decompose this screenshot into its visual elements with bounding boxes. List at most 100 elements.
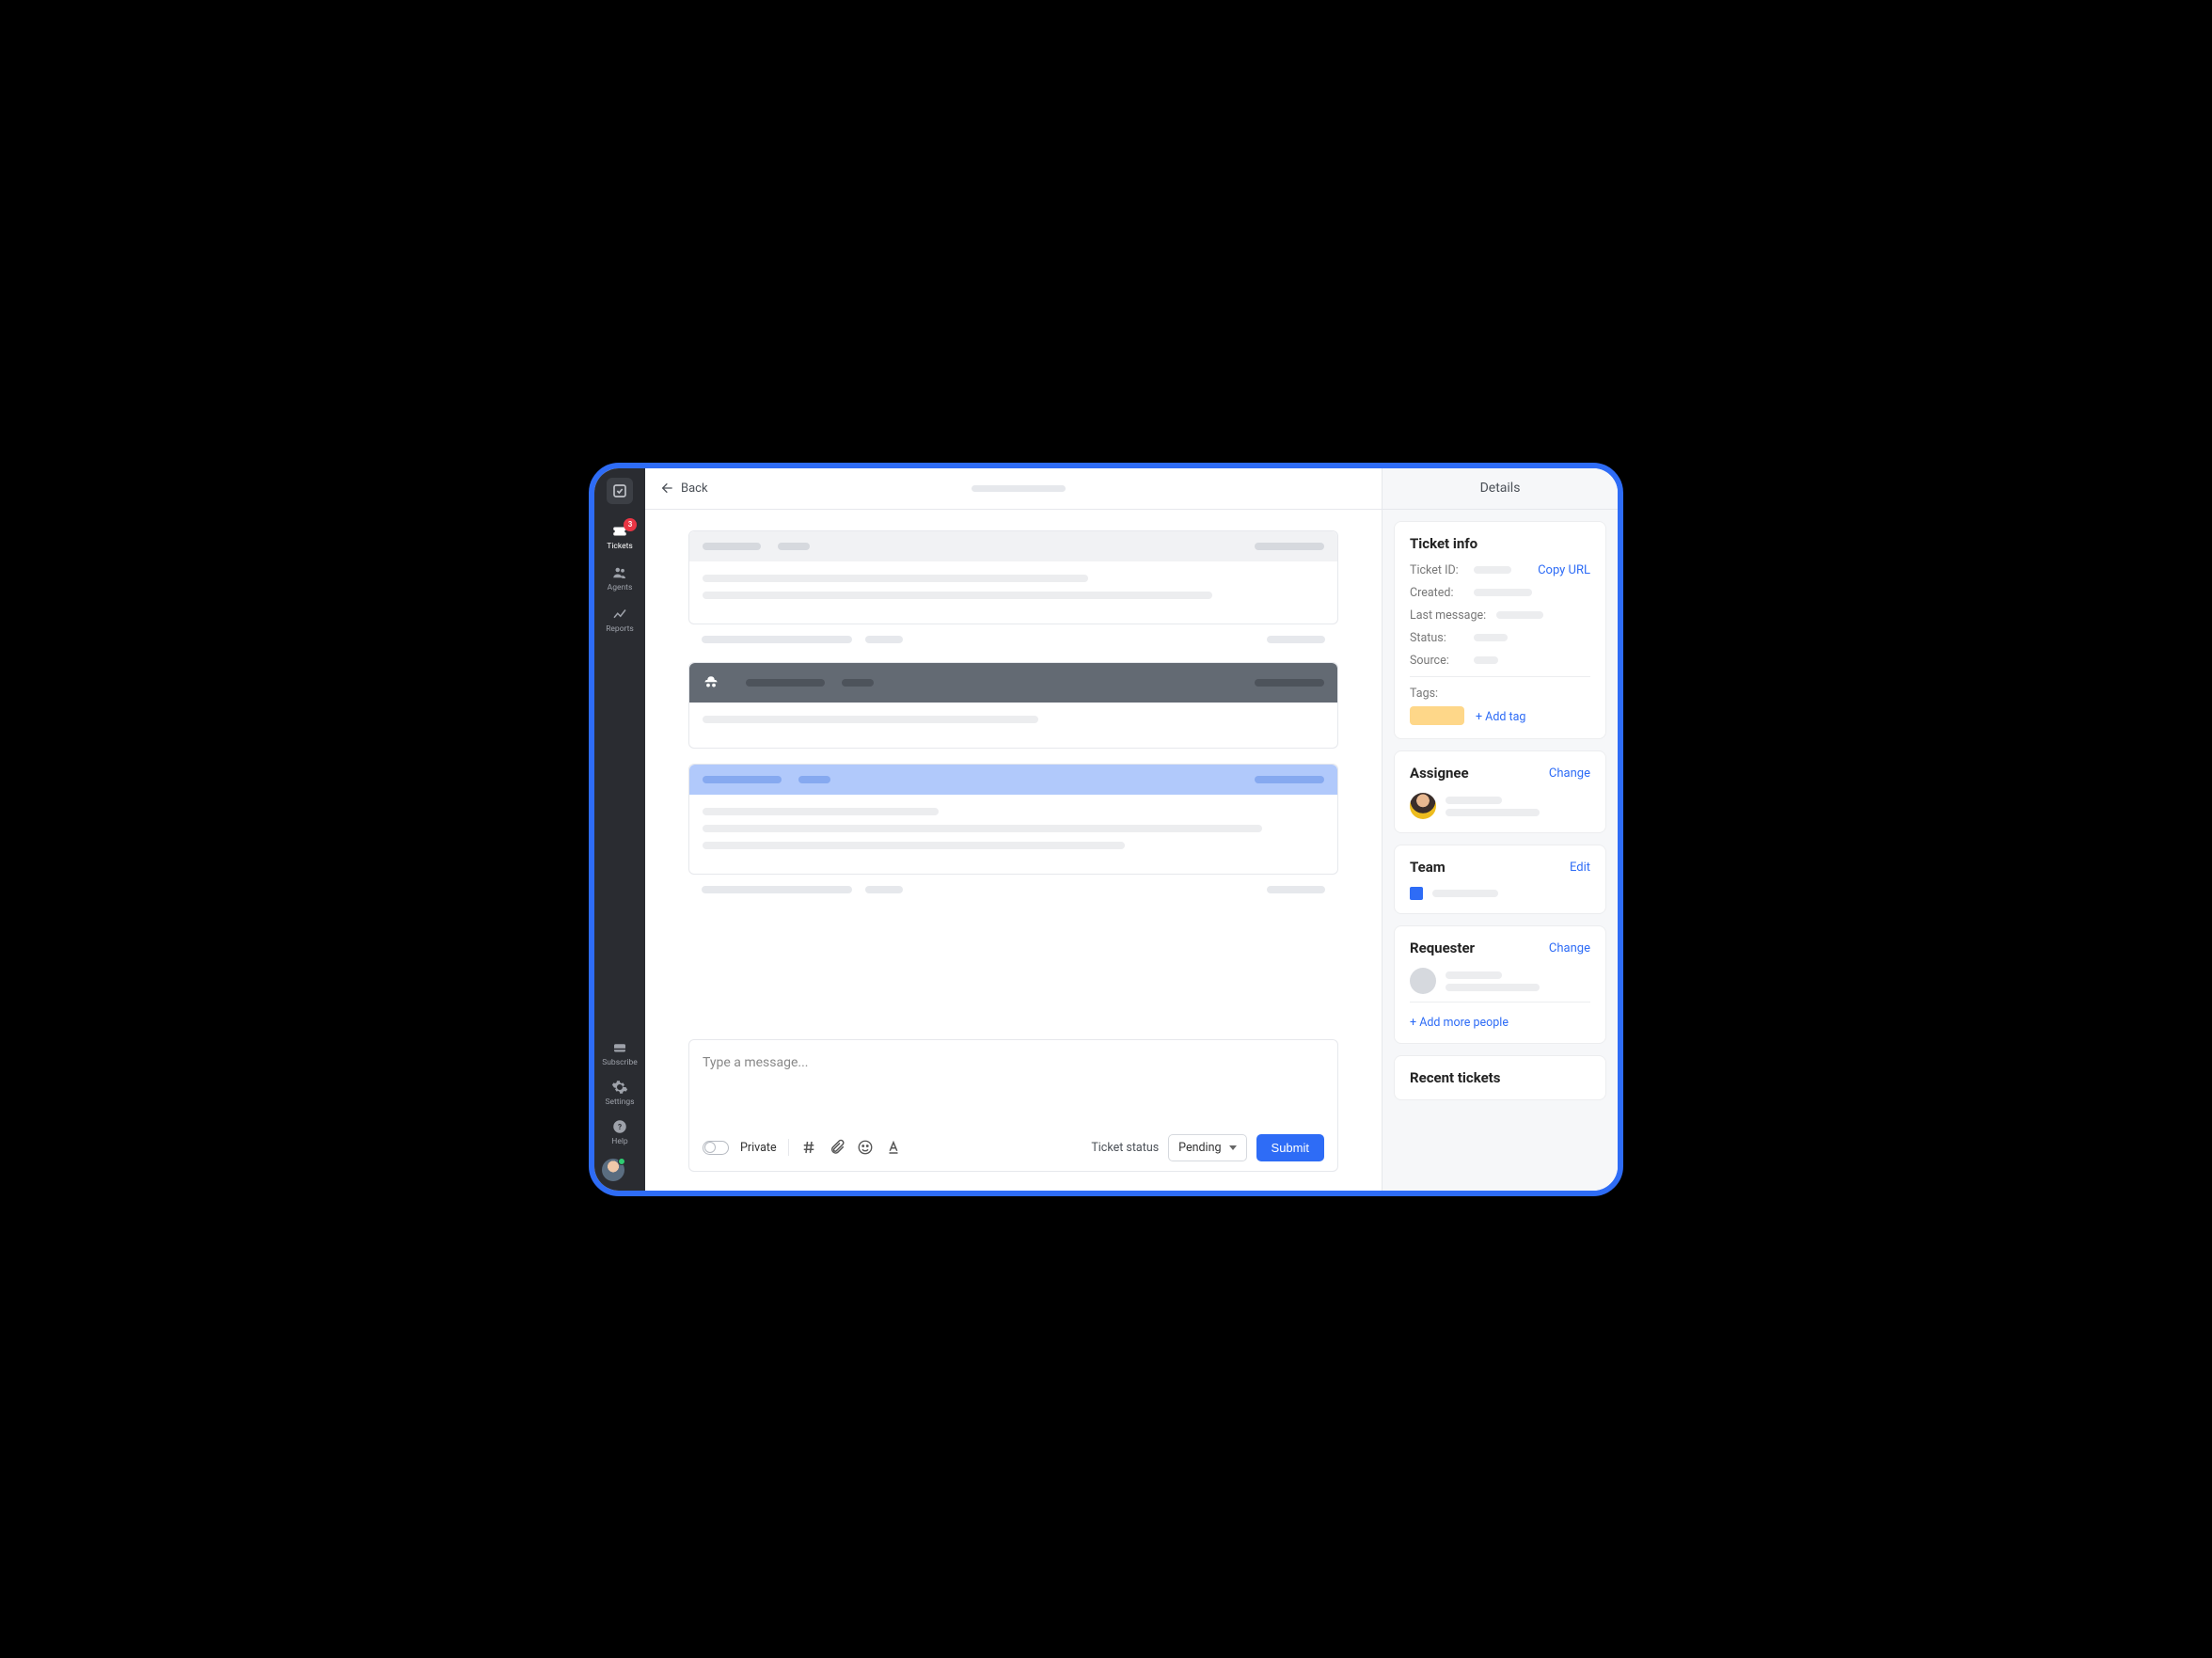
edit-team-link[interactable]: Edit xyxy=(1570,861,1590,875)
ticket-info-panel: Ticket info Ticket ID: Copy URL Created:… xyxy=(1394,521,1606,740)
copy-url-link[interactable]: Copy URL xyxy=(1538,563,1590,577)
ticket-status-select[interactable]: Pending xyxy=(1168,1134,1246,1161)
topbar: Back xyxy=(645,468,1382,510)
message-card xyxy=(688,530,1338,624)
sidebar-item-reports[interactable]: Reports xyxy=(594,600,645,641)
recent-tickets-panel: Recent tickets xyxy=(1394,1055,1606,1100)
sidebar-item-tickets[interactable]: 3 Tickets xyxy=(594,517,645,559)
help-icon: ? xyxy=(611,1118,628,1135)
message-body xyxy=(689,561,1337,624)
avatar xyxy=(1410,968,1436,994)
avatar xyxy=(1410,793,1436,819)
sidebar-item-settings[interactable]: Settings xyxy=(602,1074,638,1113)
main-area: Back xyxy=(645,468,1618,1191)
composer-area: Private Ticket status Pending xyxy=(645,1039,1382,1191)
message-header xyxy=(689,663,1337,703)
back-label: Back xyxy=(681,482,708,496)
panel-title: Ticket info xyxy=(1410,535,1590,552)
sidebar-item-help[interactable]: ? Help xyxy=(602,1113,638,1153)
chevron-down-icon xyxy=(1229,1145,1237,1150)
sidebar-item-label: Settings xyxy=(605,1097,634,1107)
message-input[interactable] xyxy=(689,1040,1337,1123)
tags-label-row: Tags: xyxy=(1410,687,1590,701)
notification-badge: 3 xyxy=(624,518,637,531)
sidebar-item-subscribe[interactable]: Subscribe xyxy=(602,1034,638,1074)
info-row-created: Created: xyxy=(1410,586,1590,600)
app-logo[interactable] xyxy=(607,478,633,504)
sidebar-item-label: Subscribe xyxy=(602,1058,638,1067)
user-avatar[interactable] xyxy=(602,1159,624,1181)
sidebar-item-label: Reports xyxy=(606,624,634,634)
attachment-icon[interactable] xyxy=(829,1139,845,1156)
message-body xyxy=(689,703,1337,748)
tag-chip[interactable] xyxy=(1410,706,1464,725)
value-placeholder xyxy=(1474,656,1498,664)
sidebar-item-label: Tickets xyxy=(607,542,633,551)
name-placeholder xyxy=(1446,971,1502,979)
reports-icon xyxy=(611,606,628,623)
agents-icon xyxy=(611,564,628,581)
divider xyxy=(1410,676,1590,677)
tags-row: + Add tag xyxy=(1410,706,1590,726)
sidebar: 3 Tickets Agents Reports Subscribe xyxy=(594,468,645,1191)
sidebar-item-label: Help xyxy=(611,1137,627,1146)
private-label: Private xyxy=(740,1141,777,1155)
divider xyxy=(1410,1002,1590,1003)
assignee-panel: Assignee Change xyxy=(1394,750,1606,833)
ticket-status-label: Ticket status xyxy=(1091,1141,1159,1155)
team-color-icon xyxy=(1410,887,1423,900)
panel-title: Recent tickets xyxy=(1410,1069,1590,1086)
message-header xyxy=(689,765,1337,795)
back-button[interactable]: Back xyxy=(660,481,708,496)
ticket-status-value: Pending xyxy=(1178,1141,1221,1155)
subscribe-icon xyxy=(611,1039,628,1056)
gear-icon xyxy=(611,1079,628,1096)
requester-panel: Requester Change + Add more people xyxy=(1394,925,1606,1044)
message-body xyxy=(689,795,1337,874)
ticket-icon: 3 xyxy=(611,523,628,540)
info-row-ticket-id: Ticket ID: Copy URL xyxy=(1410,563,1590,577)
details-title: Details xyxy=(1382,468,1618,510)
info-row-status: Status: xyxy=(1410,631,1590,645)
details-panel: Details Ticket info Ticket ID: Copy URL … xyxy=(1382,468,1618,1191)
conversation-thread xyxy=(645,510,1382,1039)
value-placeholder xyxy=(1474,589,1532,596)
add-people-link[interactable]: + Add more people xyxy=(1410,1016,1509,1030)
change-requester-link[interactable]: Change xyxy=(1549,941,1590,955)
message-card-private xyxy=(688,662,1338,749)
name-placeholder xyxy=(1446,797,1502,804)
info-row-last-message: Last message: xyxy=(1410,608,1590,623)
app-frame: 3 Tickets Agents Reports Subscribe xyxy=(589,463,1623,1196)
svg-text:?: ? xyxy=(618,1123,622,1132)
conversation-meta xyxy=(688,636,1338,643)
panel-title: Requester xyxy=(1410,940,1475,956)
email-placeholder xyxy=(1446,984,1540,991)
message-header xyxy=(689,531,1337,561)
email-placeholder xyxy=(1446,809,1540,816)
text-format-icon[interactable] xyxy=(885,1139,902,1156)
value-placeholder xyxy=(1496,611,1543,619)
info-row-source: Source: xyxy=(1410,654,1590,668)
emoji-icon[interactable] xyxy=(857,1139,874,1156)
value-placeholder xyxy=(1474,634,1508,641)
private-toggle[interactable] xyxy=(703,1141,729,1155)
private-icon xyxy=(703,674,719,691)
add-tag-button[interactable]: + Add tag xyxy=(1476,710,1525,724)
assignee-row xyxy=(1410,793,1590,819)
requester-row xyxy=(1410,968,1590,994)
team-row xyxy=(1410,887,1590,900)
hash-icon[interactable] xyxy=(800,1139,817,1156)
divider xyxy=(788,1139,789,1156)
panel-title: Team xyxy=(1410,859,1446,876)
team-panel: Team Edit xyxy=(1394,845,1606,914)
message-composer: Private Ticket status Pending xyxy=(688,1039,1338,1172)
submit-button[interactable]: Submit xyxy=(1256,1134,1324,1161)
sidebar-item-agents[interactable]: Agents xyxy=(594,559,645,600)
page-title-placeholder xyxy=(972,485,1066,492)
change-assignee-link[interactable]: Change xyxy=(1549,766,1590,781)
conversation-meta xyxy=(688,886,1338,893)
composer-toolbar: Private Ticket status Pending xyxy=(689,1127,1337,1171)
team-name-placeholder xyxy=(1432,890,1498,897)
online-status-icon xyxy=(618,1158,625,1165)
panel-title: Assignee xyxy=(1410,765,1469,782)
